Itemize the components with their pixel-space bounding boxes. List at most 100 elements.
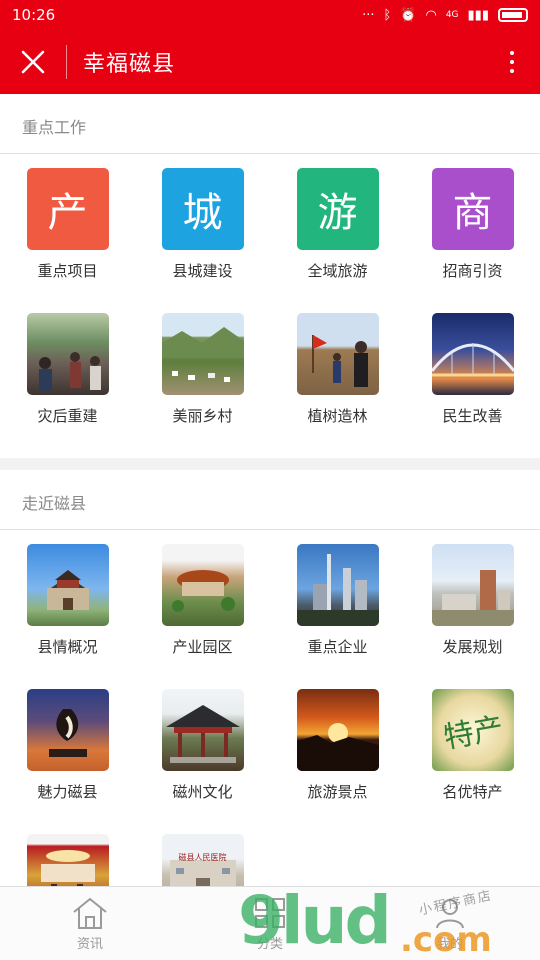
grid-item-icon: 游 xyxy=(296,168,379,250)
grid-item-label: 植树造林 xyxy=(307,407,368,425)
grid-item[interactable]: 游全域旅游 xyxy=(270,168,405,313)
grid-item-photo xyxy=(296,313,379,395)
grid-item[interactable]: 魅力磁县 xyxy=(0,689,135,834)
photo-illustration xyxy=(46,570,89,610)
grid-item-label: 民生改善 xyxy=(442,407,503,425)
section-key-work: 重点工作 产重点项目城县城建设游全域旅游商招商引资 灾后重建 美丽乡村 植树造林 民生改… xyxy=(0,94,540,458)
grid-item-photo xyxy=(26,313,109,395)
grid-item[interactable]: 特产 名优特产 xyxy=(405,689,540,834)
tab-label: 我的 xyxy=(436,936,463,952)
grid-item-label: 磁州文化 xyxy=(172,783,233,801)
grid-item[interactable]: 美丽乡村 xyxy=(135,313,270,458)
section-title: 重点工作 xyxy=(0,94,540,154)
key-work-grid: 产重点项目城县城建设游全域旅游商招商引资 灾后重建 美丽乡村 植树造林 民生改善 xyxy=(0,154,540,458)
category-glyph: 城 xyxy=(182,190,223,236)
grid-item-label: 发展规划 xyxy=(442,638,503,656)
grid-item-icon: 商 xyxy=(431,168,514,250)
photo-illustration xyxy=(48,709,87,757)
grid-item[interactable]: 城县城建设 xyxy=(135,168,270,313)
grid-item-photo xyxy=(431,544,514,626)
grid-item-icon: 城 xyxy=(161,168,244,250)
tab-category[interactable]: 分类 xyxy=(180,887,360,960)
grid-item-photo: 特产 xyxy=(431,689,514,771)
more-dot xyxy=(510,69,514,73)
home-icon xyxy=(73,897,107,929)
section-title: 走近磁县 xyxy=(0,470,540,530)
page-title: 幸福磁县 xyxy=(83,52,176,77)
section-about-county: 走近磁县 县情概况 产业园区 重点企业 发展规划魅力磁县 磁州文化 旅游景点 特产名优特产磁… xyxy=(0,470,540,886)
photo-illustration xyxy=(161,327,244,382)
close-icon xyxy=(21,50,45,74)
more-menu-button[interactable] xyxy=(484,30,540,94)
category-glyph: 产 xyxy=(47,190,88,236)
person-icon xyxy=(436,898,464,928)
grid-item[interactable]: 重点企业 xyxy=(270,544,405,689)
grid-item[interactable]: 商招商引资 xyxy=(405,168,540,313)
grid-item-photo xyxy=(26,834,109,886)
grid-item-label: 全域旅游 xyxy=(307,262,368,280)
photo-illustration xyxy=(431,343,514,377)
tab-label: 分类 xyxy=(256,936,283,952)
grid-item[interactable]: 旅游景点 xyxy=(270,689,405,834)
grid-item-label: 县情概况 xyxy=(37,638,98,656)
tab-profile[interactable]: 我的 xyxy=(360,887,540,960)
photo-illustration xyxy=(171,570,235,612)
app-bar: 幸福磁县 xyxy=(0,30,540,94)
grid-item-photo xyxy=(161,689,244,771)
grid-item[interactable] xyxy=(0,834,135,886)
photo-illustration xyxy=(296,554,379,626)
network-type: 4G xyxy=(445,10,459,20)
grid-item-icon: 产 xyxy=(26,168,109,250)
main-content[interactable]: 重点工作 产重点项目城县城建设游全域旅游商招商引资 灾后重建 美丽乡村 植树造林 民生改… xyxy=(0,94,540,886)
status-time: 10:26 xyxy=(12,6,56,24)
grid-item[interactable]: 磁州文化 xyxy=(135,689,270,834)
grid-item-label: 重点企业 xyxy=(307,638,368,656)
bluetooth-icon: ᛒ xyxy=(383,7,392,23)
grid-item[interactable]: 产业园区 xyxy=(135,544,270,689)
grid-item[interactable]: 民生改善 xyxy=(405,313,540,458)
grid-item[interactable]: 产重点项目 xyxy=(0,168,135,313)
grid-item-label: 灾后重建 xyxy=(37,407,98,425)
more-notifications-icon: ··· xyxy=(362,7,375,23)
grid-icon xyxy=(255,897,285,928)
specialty-logo-text: 特产 xyxy=(440,711,506,756)
grid-item-photo xyxy=(161,544,244,626)
tab-news[interactable]: 资讯 xyxy=(0,887,180,960)
status-icons: ··· ᛒ ⏰ ◠ 4G ▮▮▮ xyxy=(362,8,528,23)
grid-item-label: 魅力磁县 xyxy=(37,783,98,801)
photo-illustration xyxy=(38,352,101,391)
grid-item[interactable]: 县情概况 xyxy=(0,544,135,689)
grid-item-label: 重点项目 xyxy=(37,262,98,280)
app-bar-divider xyxy=(66,45,67,79)
grid-item-label: 旅游景点 xyxy=(307,783,368,801)
grid-item-photo xyxy=(296,689,379,771)
grid-item-label: 产业园区 xyxy=(172,638,233,656)
grid-item-photo xyxy=(296,544,379,626)
signal-icon: ▮▮▮ xyxy=(467,7,489,23)
grid-item[interactable]: 发展规划 xyxy=(405,544,540,689)
category-glyph: 游 xyxy=(317,190,358,236)
bottom-tab-bar: 资讯 分类 我的 xyxy=(0,886,540,960)
status-bar: 10:26 ··· ᛒ ⏰ ◠ 4G ▮▮▮ xyxy=(0,0,540,30)
photo-illustration xyxy=(165,705,240,763)
battery-icon xyxy=(498,8,528,22)
photo-illustration xyxy=(431,570,514,626)
grid-item-photo xyxy=(26,544,109,626)
close-button[interactable] xyxy=(0,30,66,94)
grid-item-label: 名优特产 xyxy=(442,783,503,801)
category-glyph: 商 xyxy=(452,190,493,236)
grid-item-label: 美丽乡村 xyxy=(172,407,233,425)
photo-sign-text: 磁县人民医院 xyxy=(178,853,227,862)
wifi-icon: ◠ xyxy=(425,7,437,23)
photo-illustration xyxy=(40,850,95,886)
grid-item-photo xyxy=(161,313,244,395)
grid-item-photo xyxy=(431,313,514,395)
tab-label: 资讯 xyxy=(76,936,103,952)
grid-item[interactable]: 磁县人民医院 xyxy=(135,834,270,886)
grid-item[interactable]: 灾后重建 xyxy=(0,313,135,458)
grid-item-label: 招商引资 xyxy=(442,262,503,280)
grid-item-photo xyxy=(26,689,109,771)
about-county-grid: 县情概况 产业园区 重点企业 发展规划魅力磁县 磁州文化 旅游景点 特产名优特产磁县人民医院 xyxy=(0,530,540,886)
more-dot xyxy=(510,60,514,64)
grid-item[interactable]: 植树造林 xyxy=(270,313,405,458)
